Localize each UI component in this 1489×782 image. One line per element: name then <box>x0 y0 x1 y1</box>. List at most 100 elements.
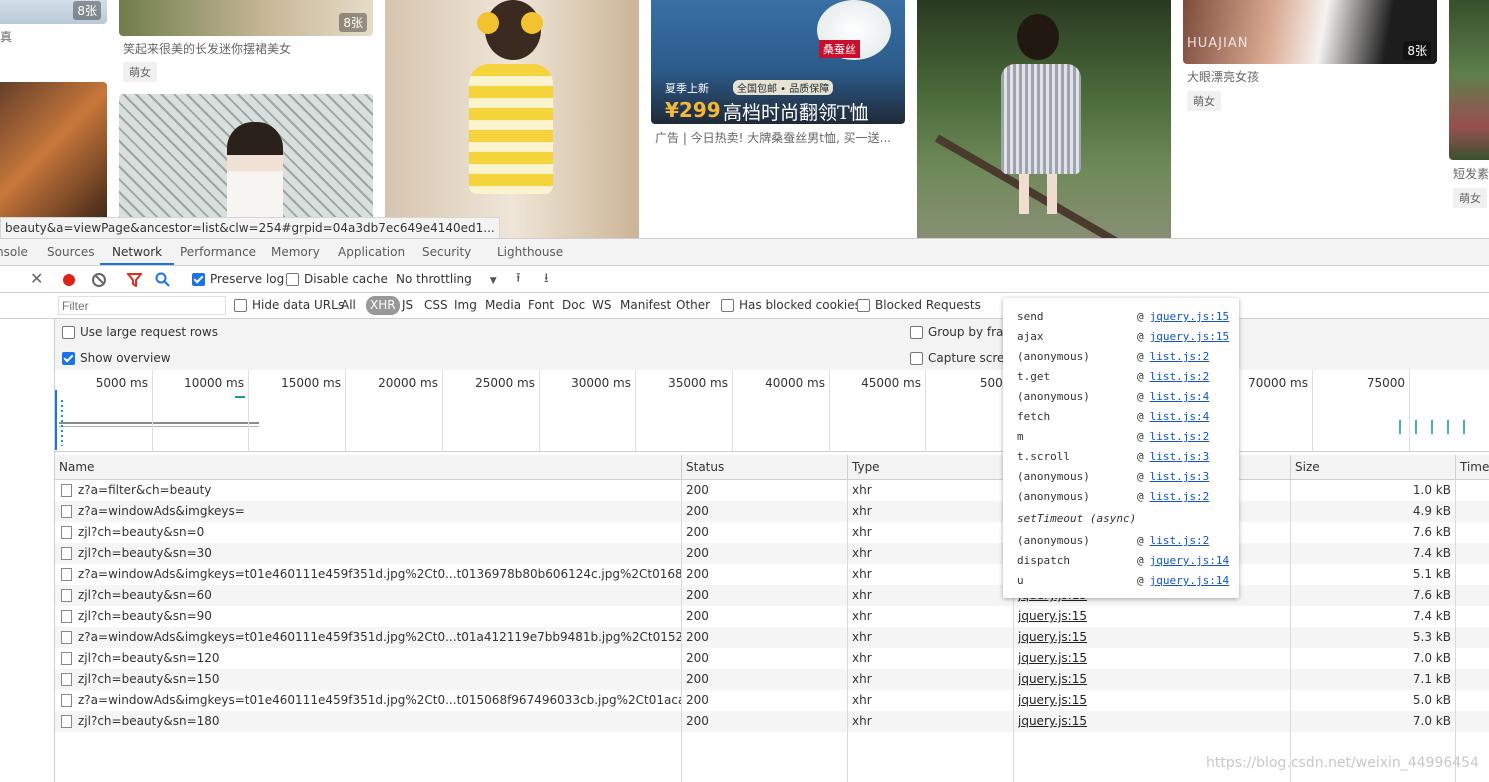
request-name-cell[interactable]: zjl?ch=beauty&sn=0 <box>61 522 681 543</box>
photo-caption[interactable]: 笑起来很美的长发迷你摆裙美女 <box>123 40 291 57</box>
filter-type-media[interactable]: Media <box>485 293 521 318</box>
clear-icon[interactable] <box>92 266 106 292</box>
photo-tile[interactable] <box>1449 0 1489 160</box>
initiator-link[interactable]: jquery.js:15 <box>1018 690 1278 711</box>
filter-type-img[interactable]: Img <box>454 293 477 318</box>
request-name-cell[interactable]: zjl?ch=beauty&sn=120 <box>61 648 681 669</box>
photo-tag[interactable]: 萌女 <box>1453 188 1487 208</box>
photo-caption[interactable]: 大眼漂亮女孩 <box>1187 68 1259 85</box>
stack-source-link[interactable]: list.js:2 <box>1150 490 1210 503</box>
show-overview-checkbox[interactable]: Show overview <box>62 348 171 368</box>
request-name-cell[interactable]: zjl?ch=beauty&sn=60 <box>61 585 681 606</box>
disable-cache-checkbox[interactable]: Disable cache <box>286 266 388 292</box>
initiator-link[interactable]: jquery.js:15 <box>1018 648 1278 669</box>
initiator-link[interactable]: jquery.js:15 <box>1018 669 1278 690</box>
table-row[interactable]: zjl?ch=beauty&sn=0 200 xhr 7.6 kB <box>55 522 1489 543</box>
table-row[interactable]: z?a=windowAds&imgkeys=t01e460111e459f351… <box>55 690 1489 711</box>
filter-type-xhr[interactable]: XHR <box>366 296 400 315</box>
photo-tile[interactable]: HUAJIAN 8张 <box>1183 0 1437 64</box>
table-row[interactable]: zjl?ch=beauty&sn=60200xhrjquery.js:157.6… <box>55 585 1489 606</box>
blocked-requests-checkbox[interactable]: Blocked Requests <box>857 293 981 318</box>
request-name-cell[interactable]: zjl?ch=beauty&sn=30 <box>61 543 681 564</box>
stack-source-link[interactable]: list.js:2 <box>1150 350 1210 363</box>
stack-source-link[interactable]: list.js:2 <box>1150 534 1210 547</box>
stack-source-link[interactable]: list.js:4 <box>1150 390 1210 403</box>
table-row[interactable]: zjl?ch=beauty&sn=90 200 xhr jquery.js:15 7.4… <box>55 606 1489 627</box>
column-header-status[interactable]: Status <box>681 455 846 479</box>
request-name-cell[interactable]: z?a=windowAds&imgkeys=t01e460111e459f351… <box>61 690 681 711</box>
filter-type-css[interactable]: CSS <box>424 293 448 318</box>
filter-type-all[interactable]: All <box>341 293 356 318</box>
tab-sources[interactable]: Sources <box>47 239 94 265</box>
table-row[interactable]: zjl?ch=beauty&sn=180 200 xhr jquery.js:15 7.… <box>55 711 1489 732</box>
request-name-cell[interactable]: z?a=windowAds&imgkeys=t01e460111e459f351… <box>61 627 681 648</box>
tab-memory[interactable]: Memory <box>271 239 320 265</box>
request-name-cell[interactable]: zjl?ch=beauty&sn=180 <box>61 711 681 732</box>
photo-tag[interactable]: 萌女 <box>123 62 157 82</box>
throttling-select[interactable]: No throttling ▼ <box>396 266 497 292</box>
photo-tile[interactable]: 8张 <box>0 0 107 24</box>
request-name-cell[interactable]: z?a=filter&ch=beauty <box>61 480 681 501</box>
group-by-frame-checkbox[interactable]: Group by fram <box>910 322 1015 342</box>
filter-icon[interactable] <box>125 266 144 292</box>
stack-source-link[interactable]: list.js:3 <box>1150 470 1210 483</box>
column-header-time[interactable]: Time <box>1455 455 1489 479</box>
filter-type-ws[interactable]: WS <box>592 293 611 318</box>
filter-type-font[interactable]: Font <box>528 293 554 318</box>
import-har-icon[interactable]: ⭱ <box>516 266 521 292</box>
tab-console[interactable]: nsole <box>0 239 28 265</box>
photo-tile[interactable] <box>0 82 107 238</box>
initiator-link[interactable]: jquery.js:15 <box>1018 627 1278 648</box>
timeline-overview[interactable]: 5000 ms 10000 ms 15000 ms 20000 ms 25000 ms 3… <box>55 370 1489 452</box>
stack-source-link[interactable]: list.js:2 <box>1150 430 1210 443</box>
photo-tile[interactable] <box>917 0 1171 238</box>
filter-type-doc[interactable]: Doc <box>562 293 585 318</box>
request-name-cell[interactable]: zjl?ch=beauty&sn=150 <box>61 669 681 690</box>
hide-data-urls-checkbox[interactable]: Hide data URLs <box>234 293 344 318</box>
filter-type-other[interactable]: Other <box>676 293 710 318</box>
table-row[interactable]: zjl?ch=beauty&sn=150 200 xhr jquery.js:15 7.… <box>55 669 1489 690</box>
column-header-size[interactable]: Size <box>1290 455 1455 479</box>
table-row[interactable]: z?a=windowAds&imgkeys=t01e460111e459f351… <box>55 627 1489 648</box>
table-row[interactable]: z?a=filter&ch=beauty 200 xhr 1.0 kB <box>55 480 1489 501</box>
table-row[interactable]: z?a=windowAds&imgkeys=t01e460111e459f351… <box>55 564 1489 585</box>
table-row[interactable]: zjl?ch=beauty&sn=30 200 xhr 7.4 kB <box>55 543 1489 564</box>
tab-security[interactable]: Security <box>422 239 471 265</box>
stack-source-link[interactable]: jquery.js:14 <box>1150 574 1229 587</box>
column-header-name[interactable]: Name <box>54 455 681 479</box>
column-header-type[interactable]: Type <box>847 455 1012 479</box>
photo-tile[interactable]: 8张 <box>119 0 373 36</box>
stack-source-link[interactable]: jquery.js:14 <box>1150 554 1229 567</box>
ad-banner[interactable]: 桑蚕丝 夏季上新 全国包邮 • 品质保障 ¥299 高档时尚翻领T恤 <box>651 0 905 124</box>
initiator-link[interactable]: jquery.js:15 <box>1018 711 1278 732</box>
request-name-cell[interactable]: z?a=windowAds&imgkeys=t01e460111e459f351… <box>61 564 681 585</box>
filter-type-manifest[interactable]: Manifest <box>620 293 671 318</box>
ad-caption[interactable]: 广告 | 今日热卖! 大牌桑蚕丝男t恤, 买一送... <box>655 129 891 146</box>
stack-source-link[interactable]: jquery.js:15 <box>1150 330 1229 343</box>
photo-caption[interactable]: 短发素 <box>1453 165 1489 182</box>
tab-network[interactable]: Network <box>100 239 175 265</box>
export-har-icon[interactable]: ⭳ <box>544 266 549 292</box>
has-blocked-cookies-checkbox[interactable]: Has blocked cookies <box>721 293 861 318</box>
initiator-link[interactable]: jquery.js:15 <box>1018 606 1278 627</box>
photo-caption[interactable]: 真 <box>0 28 12 45</box>
table-row[interactable]: zjl?ch=beauty&sn=120 200 xhr jquery.js:15 7.… <box>55 648 1489 669</box>
stack-source-link[interactable]: list.js:3 <box>1150 450 1210 463</box>
stack-source-link[interactable]: list.js:2 <box>1150 370 1210 383</box>
preserve-log-checkbox[interactable]: Preserve log <box>192 266 284 292</box>
tab-application[interactable]: Application <box>338 239 405 265</box>
record-button[interactable] <box>63 266 75 292</box>
request-name-cell[interactable]: zjl?ch=beauty&sn=90 <box>61 606 681 627</box>
photo-tile[interactable] <box>385 0 639 238</box>
table-row[interactable]: z?a=windowAds&imgkeys= 200 xhr 4.9 kB <box>55 501 1489 522</box>
tab-lighthouse[interactable]: Lighthouse <box>497 239 563 265</box>
filter-type-js[interactable]: JS <box>402 293 413 318</box>
stack-source-link[interactable]: jquery.js:15 <box>1150 310 1229 323</box>
close-icon[interactable]: ✕ <box>30 266 43 292</box>
filter-input[interactable] <box>58 296 226 315</box>
tab-performance[interactable]: Performance <box>180 239 256 265</box>
photo-tag[interactable]: 萌女 <box>1187 91 1221 111</box>
stack-source-link[interactable]: list.js:4 <box>1150 410 1210 423</box>
search-icon[interactable] <box>155 266 170 292</box>
large-rows-checkbox[interactable]: Use large request rows <box>62 322 218 342</box>
